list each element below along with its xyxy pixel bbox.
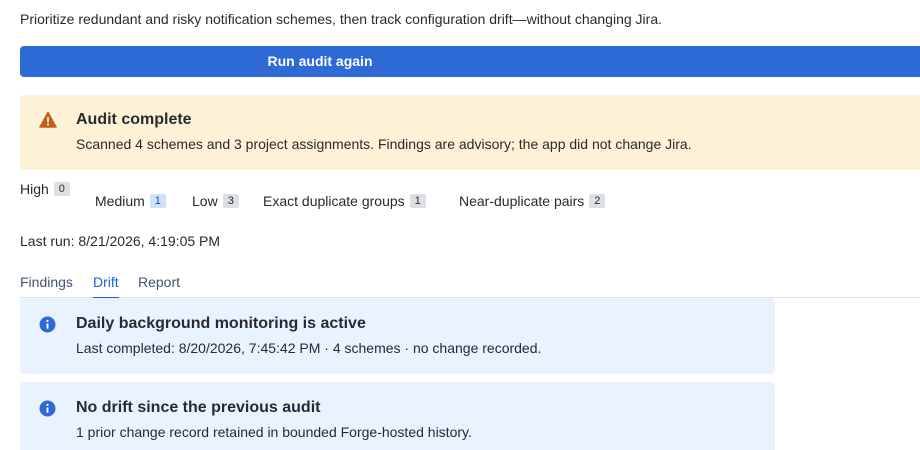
stat-near-duplicates: Near-duplicate pairs 2: [459, 193, 606, 209]
monitoring-active-panel: Daily background monitoring is active La…: [20, 298, 775, 374]
audit-status-title: Audit complete: [76, 111, 192, 128]
audit-status-message: Scanned 4 schemes and 3 project assignme…: [76, 136, 692, 152]
no-drift-details: 1 prior change record retained in bounde…: [76, 424, 472, 440]
stat-exact-duplicates: Exact duplicate groups 1: [263, 193, 426, 209]
info-icon: [39, 316, 56, 333]
stat-near-duplicates-label: Near-duplicate pairs: [459, 193, 585, 209]
monitoring-title: Daily background monitoring is active: [76, 315, 366, 332]
stat-medium-label: Medium: [95, 193, 145, 209]
stat-low-label: Low: [192, 193, 218, 209]
tab-findings[interactable]: Findings: [20, 274, 73, 298]
warning-icon: [39, 111, 57, 128]
stat-exact-duplicates-count: 1: [409, 194, 426, 208]
monitoring-details: Last completed: 8/20/2026, 7:45:42 PM · …: [76, 340, 542, 356]
audit-complete-banner: Audit complete Scanned 4 schemes and 3 p…: [20, 95, 920, 170]
tab-bar: Findings Drift Report: [20, 272, 920, 299]
tab-report[interactable]: Report: [138, 274, 180, 298]
stat-high-label: High: [20, 181, 49, 197]
stat-medium-count: 1: [149, 194, 166, 208]
no-drift-panel: No drift since the previous audit 1 prio…: [20, 382, 775, 450]
stat-exact-duplicates-label: Exact duplicate groups: [263, 193, 405, 209]
stat-high: High 0: [20, 181, 70, 197]
stat-low: Low 3: [192, 193, 239, 209]
run-audit-button[interactable]: Run audit again: [20, 46, 920, 77]
stat-medium: Medium 1: [95, 193, 166, 209]
tab-drift[interactable]: Drift: [93, 274, 119, 299]
stat-high-count: 0: [53, 182, 70, 196]
last-run-timestamp: Last run: 8/21/2026, 4:19:05 PM: [20, 233, 221, 249]
no-drift-title: No drift since the previous audit: [76, 399, 321, 416]
page-description: Prioritize redundant and risky notificat…: [20, 11, 662, 27]
drift-page: Prioritize redundant and risky notificat…: [0, 0, 920, 450]
stat-low-count: 3: [222, 194, 239, 208]
run-audit-label: Run audit again: [267, 53, 373, 69]
stat-near-duplicates-count: 2: [589, 194, 606, 208]
info-icon: [39, 400, 56, 417]
